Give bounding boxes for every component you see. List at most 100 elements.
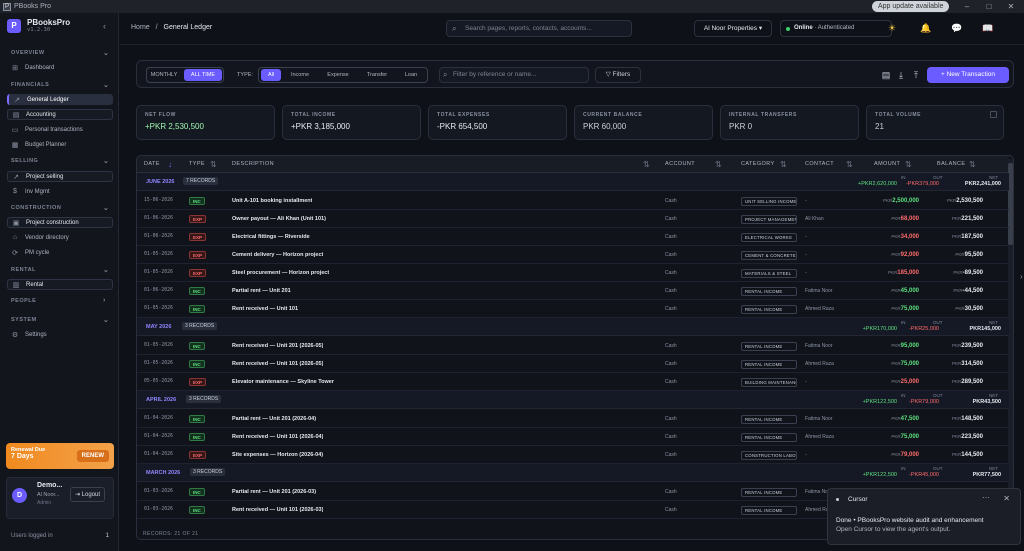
- minimize-button[interactable]: –: [956, 0, 978, 13]
- table-row[interactable]: 01-05-2026 INC Rent received — Unit 101 Cas…: [137, 300, 1009, 318]
- col-category[interactable]: CATEGORY ⇅: [741, 156, 787, 173]
- close-icon[interactable]: ✕: [1003, 494, 1010, 503]
- logout-button[interactable]: ⇥ Logout: [70, 487, 106, 502]
- table-row[interactable]: 01-04-2026 INC Rent received — Unit 101 (2…: [137, 428, 1009, 446]
- dollar-icon: $: [13, 188, 17, 195]
- row-description: Rent received — Unit 101 (2026-05): [232, 361, 324, 367]
- close-window-button[interactable]: ✕: [1000, 0, 1022, 13]
- user-card: D Demo... Al Noor... Admin ⇥ Logout: [6, 477, 114, 519]
- filters-button[interactable]: ▽ Filters: [595, 67, 641, 83]
- currency-label: PKR: [952, 379, 962, 384]
- row-account: Cash: [665, 306, 677, 312]
- collapse-sidebar-icon[interactable]: ‹: [103, 21, 106, 31]
- month-group-header[interactable]: APRIL 2026 3 RECORDS IN OUT NET +PKR122,500 -P…: [137, 391, 1009, 409]
- table-row[interactable]: 01-05-2026 INC Rent received — Unit 101 (2…: [137, 355, 1009, 373]
- category-tag: ELECTRICAL WORKS: [741, 233, 797, 242]
- col-date[interactable]: DATE ↓: [144, 156, 172, 173]
- currency-label: PKR: [891, 234, 901, 239]
- user-role: Admin: [37, 500, 52, 506]
- sidebar-item-inv-mgmt[interactable]: $ Inv Mgmt: [7, 186, 113, 197]
- sidebar-item-project-construction[interactable]: ▣ Project construction: [7, 217, 113, 228]
- sidebar-item-budget-planner[interactable]: ▦ Budget Planner: [7, 139, 113, 150]
- col-type[interactable]: TYPE ⇅: [189, 156, 217, 173]
- col-contact[interactable]: CONTACT ⇅: [805, 156, 853, 173]
- row-date: 01-04-2026: [144, 452, 173, 457]
- type-expense[interactable]: Expense: [322, 69, 354, 81]
- type-badge: EXP: [189, 233, 207, 241]
- sidebar-item-accounting[interactable]: ▤ Accounting: [7, 109, 113, 120]
- update-badge[interactable]: App update available: [872, 1, 950, 12]
- type-income[interactable]: Income: [286, 69, 314, 81]
- organization-select[interactable]: Al Noor Properties ▾: [694, 20, 772, 37]
- currency-label: PKR: [953, 270, 963, 275]
- sidebar-item-settings[interactable]: ⚙ Settings: [7, 329, 113, 340]
- section-construction[interactable]: CONSTRUCTION ⌄: [11, 205, 109, 212]
- section-people[interactable]: PEOPLE ›: [11, 297, 105, 304]
- table-row[interactable]: 01-05-2026 INC Rent received — Unit 201 (2…: [137, 337, 1009, 355]
- renew-button[interactable]: RENEW: [76, 450, 109, 462]
- table-row[interactable]: 01-06-2026 EXP Electrical fittings — River…: [137, 228, 1009, 246]
- type-transfer[interactable]: Transfer: [361, 69, 393, 81]
- group-name: MAY 2026: [146, 324, 172, 330]
- table-row[interactable]: 01-04-2026 EXP Site expenses — Horizon (20…: [137, 446, 1009, 464]
- filter-search-input[interactable]: ⌕ Filter by reference or name...: [439, 67, 589, 83]
- table-row[interactable]: 01-05-2026 EXP Cement delivery — Horizon p…: [137, 246, 1009, 264]
- col-description[interactable]: DESCRIPTION: [232, 156, 274, 173]
- amount-value: 45,000: [900, 288, 919, 294]
- month-group-header[interactable]: MARCH 2026 3 RECORDS IN OUT NET +PKR122,500 -P…: [137, 464, 1009, 482]
- period-all-time[interactable]: ALL TIME: [184, 69, 222, 81]
- type-all[interactable]: All: [261, 69, 281, 81]
- bell-icon[interactable]: 🔔: [920, 23, 931, 34]
- col-amount[interactable]: AMOUNT ⇅: [874, 156, 912, 173]
- sidebar-item-general-ledger[interactable]: ↗ General Ledger: [7, 94, 113, 105]
- table-row[interactable]: 15-06-2026 INC Unit A-101 booking installm…: [137, 192, 1009, 210]
- section-system[interactable]: SYSTEM ⌄: [11, 317, 109, 324]
- sidebar-item-pm-cycle[interactable]: ⟳ PM cycle: [7, 247, 113, 258]
- help-icon[interactable]: 📖: [982, 23, 993, 34]
- month-group-header[interactable]: JUNE 2026 7 RECORDS IN OUT NET +PKR2,620,000 -…: [137, 173, 1009, 191]
- col-balance[interactable]: BALANCE ⇅: [937, 156, 976, 173]
- sidebar-item-vendor-directory[interactable]: ⌂ Vendor directory: [7, 232, 113, 243]
- table-row[interactable]: 01-04-2026 INC Partial rent — Unit 201 (20…: [137, 410, 1009, 428]
- section-rental[interactable]: RENTAL ⌄: [11, 267, 109, 274]
- notification-toast[interactable]: Cursor ··· ✕ Done • PBooksPro website au…: [827, 488, 1021, 545]
- sidebar-item-dashboard[interactable]: ⊞ Dashboard: [7, 62, 113, 73]
- download-icon[interactable]: ⤓: [894, 67, 908, 83]
- net-label: NET: [989, 466, 998, 471]
- table-row[interactable]: 01-05-2026 EXP Steel procurement — Horizon…: [137, 264, 1009, 282]
- col-account[interactable]: ACCOUNT ⇅: [665, 156, 722, 173]
- theme-icon[interactable]: ☀: [888, 23, 896, 34]
- balance-value: -44,500: [962, 288, 983, 294]
- upload-icon[interactable]: ⤒: [909, 67, 923, 83]
- type-badge: INC: [189, 305, 205, 313]
- logout-icon: ⇥: [75, 492, 82, 498]
- section-overview[interactable]: OVERVIEW ⌄: [11, 50, 109, 57]
- table-row[interactable]: 05-05-2026 EXP Elevator maintenance — Skyl…: [137, 373, 1009, 391]
- table-row[interactable]: 01-06-2026 EXP Owner payout — Ali Khan (Un…: [137, 210, 1009, 228]
- row-date: 01-05-2026: [144, 270, 173, 275]
- sidebar-item-personal-transactions[interactable]: ▭ Personal transactions: [7, 124, 113, 135]
- type-loan[interactable]: Loan: [399, 69, 423, 81]
- breadcrumb-home[interactable]: Home: [131, 24, 150, 31]
- maximize-button[interactable]: □: [978, 0, 1000, 13]
- dot-icon: [836, 498, 839, 501]
- sidebar-item-project-selling[interactable]: ↗ Project selling: [7, 171, 113, 182]
- period-monthly[interactable]: MONTHLY: [148, 69, 180, 81]
- section-selling[interactable]: SELLING ⌄: [11, 158, 109, 165]
- month-group-header[interactable]: MAY 2026 3 RECORDS IN OUT NET +PKR170,000 -PKR…: [137, 318, 1009, 336]
- global-search-input[interactable]: ⌕ Search pages, reports, contacts, accoun…: [446, 20, 632, 37]
- user-name: Demo...: [37, 482, 63, 489]
- more-icon[interactable]: ···: [982, 493, 990, 502]
- group-net: PKR145,000: [969, 326, 1002, 332]
- sort-icon: ⇅: [846, 160, 854, 169]
- sidebar-item-rental[interactable]: ▥ Rental: [7, 279, 113, 290]
- side-handle-icon[interactable]: ›: [1020, 272, 1023, 281]
- new-transaction-button[interactable]: + New Transaction: [927, 67, 1009, 83]
- in-label: IN: [901, 466, 906, 471]
- report-icon[interactable]: ▤: [879, 67, 893, 83]
- card-menu-icon[interactable]: [990, 111, 997, 118]
- row-balance: PKR30,500: [929, 300, 983, 318]
- section-financials[interactable]: FINANCIALS ⌄: [11, 82, 109, 89]
- table-row[interactable]: 01-06-2026 INC Partial rent — Unit 201 Cash…: [137, 282, 1009, 300]
- chat-icon[interactable]: 💬: [951, 23, 962, 34]
